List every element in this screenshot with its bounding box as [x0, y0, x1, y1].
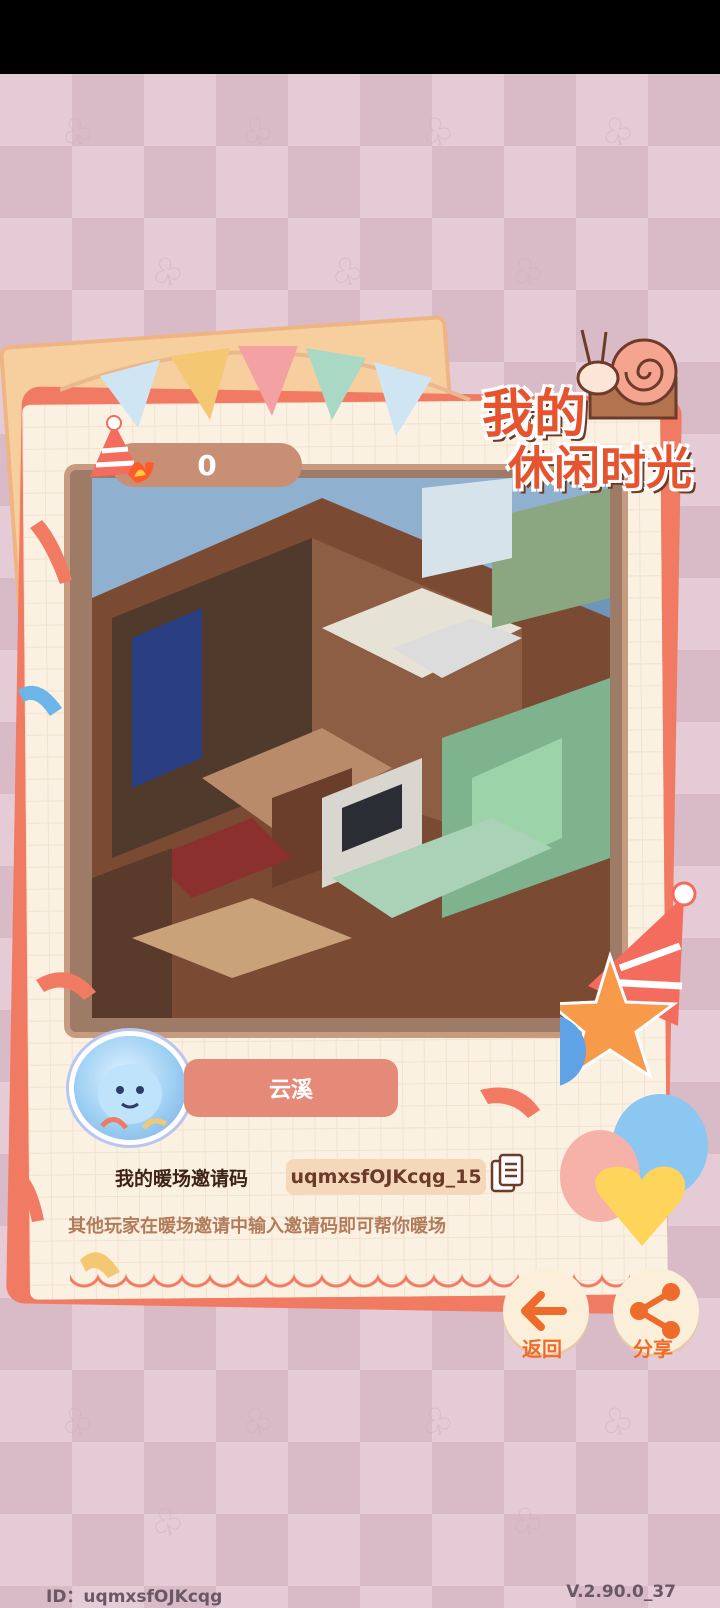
- snail-icon: [576, 329, 678, 420]
- player-id: ID：uqmxsfOJKcqg: [46, 1587, 223, 1607]
- game-title-logo: 我的 休闲时光: [468, 320, 700, 500]
- avatar[interactable]: [74, 1036, 186, 1140]
- invite-code-value: uqmxsfOJKcqg_15: [286, 1159, 486, 1195]
- invite-hint: 其他玩家在暖场邀请中输入邀请码即可帮你暖场: [68, 1216, 446, 1237]
- copy-icon[interactable]: [490, 1153, 524, 1195]
- player-name: 云溪: [184, 1059, 398, 1117]
- status-bar: [0, 0, 720, 74]
- party-decoration: [560, 881, 708, 1246]
- party-hat-icon: [80, 415, 156, 487]
- share-label[interactable]: 分享: [633, 1333, 673, 1362]
- back-label[interactable]: 返回: [522, 1333, 562, 1362]
- version-label: V.2.90.0_37: [566, 1582, 676, 1602]
- invite-code-label: 我的暖场邀请码: [115, 1168, 249, 1190]
